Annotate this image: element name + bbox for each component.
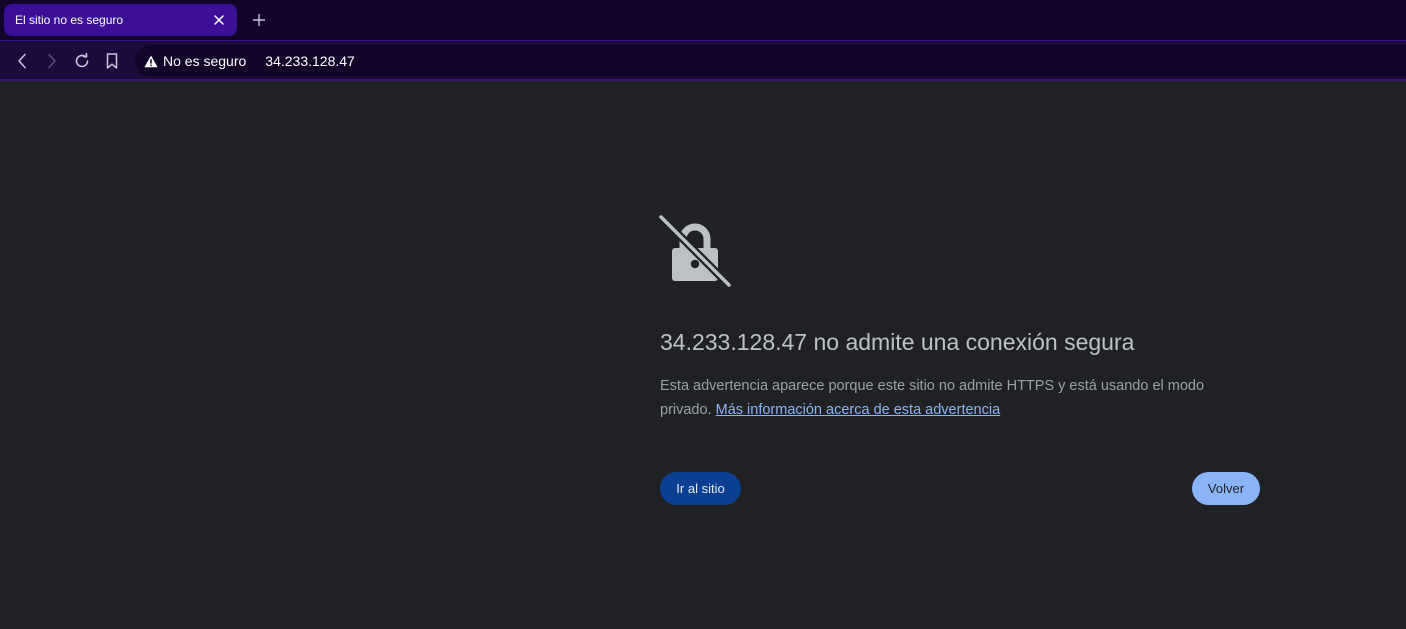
warning-description: Esta advertencia aparece porque este sit… (660, 374, 1240, 422)
tab-strip: El sitio no es seguro (0, 0, 1406, 40)
proceed-button[interactable]: Ir al sitio (660, 472, 741, 505)
bookmark-icon[interactable] (101, 50, 123, 72)
security-label: No es seguro (163, 53, 247, 69)
tab-title: El sitio no es seguro (15, 13, 124, 27)
interstitial-page: 34.233.128.47 no admite una conexión seg… (0, 81, 1406, 629)
reload-icon[interactable] (71, 50, 93, 72)
page-title: 34.233.128.47 no admite una conexión seg… (660, 329, 1135, 355)
chevron-right-icon[interactable] (41, 50, 63, 72)
active-tab[interactable]: El sitio no es seguro (4, 4, 237, 36)
address-bar[interactable]: No es seguro 34.233.128.47 (135, 45, 1406, 77)
warning-triangle-icon (144, 55, 158, 68)
browser-toolbar: No es seguro 34.233.128.47 (0, 40, 1406, 80)
plus-icon[interactable] (250, 11, 268, 29)
security-indicator[interactable]: No es seguro (144, 49, 246, 73)
close-icon[interactable] (211, 12, 227, 28)
back-button[interactable]: Volver (1192, 472, 1260, 505)
learn-more-link[interactable]: Más información acerca de esta advertenc… (716, 402, 1001, 418)
lock-crossed-icon (657, 213, 733, 289)
url-text[interactable]: 34.233.128.47 (265, 53, 355, 69)
chevron-left-icon[interactable] (11, 50, 33, 72)
